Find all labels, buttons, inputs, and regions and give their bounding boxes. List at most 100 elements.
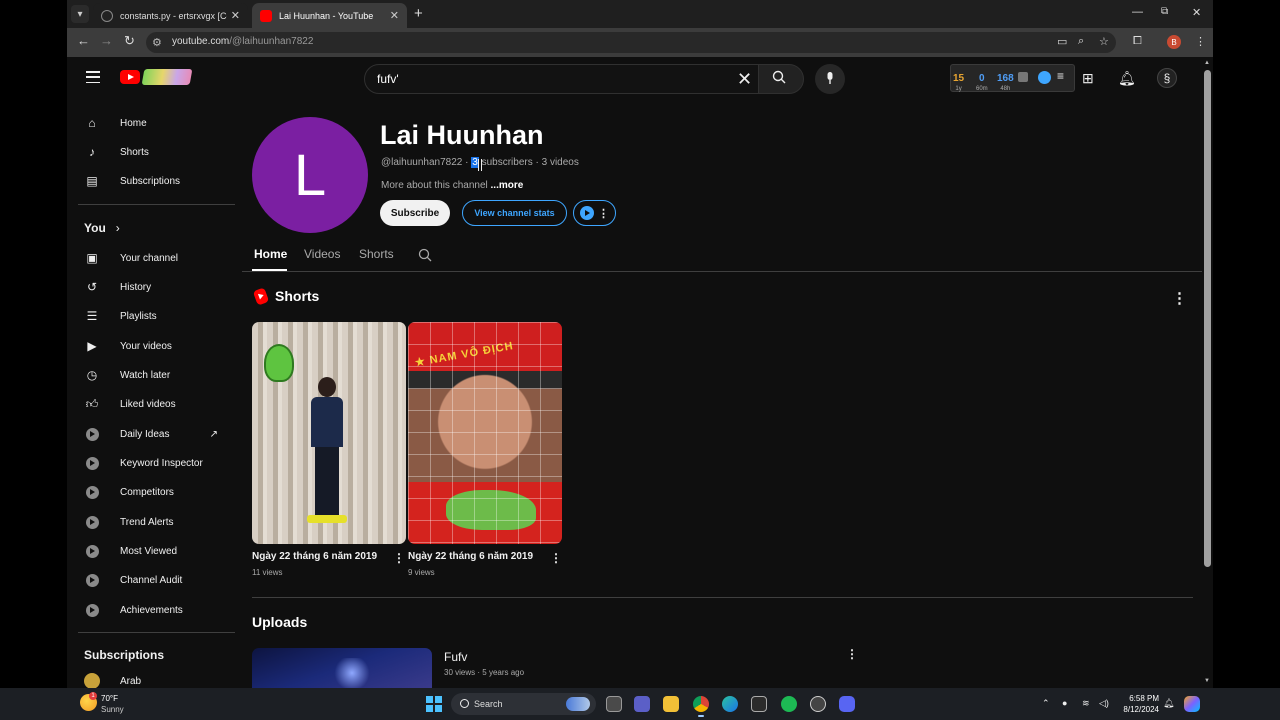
weather-temperature[interactable]: 70°F <box>101 694 118 703</box>
sidebar-item-your-videos[interactable]: ▶ Your videos <box>84 334 234 358</box>
clear-search-icon[interactable]: ✕ <box>737 69 752 90</box>
file-explorer-icon[interactable] <box>663 696 679 712</box>
extensions-icon[interactable]: ⧠ <box>1133 35 1142 48</box>
tray-overflow-icon[interactable]: ⌃ <box>1042 698 1050 709</box>
spotify-icon[interactable] <box>781 696 797 712</box>
back-icon[interactable]: ← <box>77 33 90 48</box>
search-box[interactable] <box>364 64 759 94</box>
forward-icon[interactable]: → <box>100 33 113 48</box>
tab-codespaces[interactable]: constants.py - ertsrxvgx [Codes ✕ <box>93 3 248 28</box>
sidebar-you-header[interactable]: You › <box>84 216 234 240</box>
ext-menu-icon[interactable]: ≡ <box>1057 69 1064 83</box>
restore-icon[interactable]: ⧉ <box>1161 6 1168 17</box>
copilot-icon[interactable] <box>1184 696 1200 712</box>
url-text[interactable]: youtube.com/@laihuunhan7822 <box>172 36 313 47</box>
weather-badge: 1 <box>89 692 97 700</box>
short-thumbnail[interactable]: ★ NAM VÔ ĐỊCH <box>408 322 562 544</box>
volume-icon[interactable]: ◁) <box>1099 698 1109 709</box>
discord-icon[interactable] <box>839 696 855 712</box>
sidebar-item-label: Liked videos <box>120 398 176 410</box>
sidebar-item-subscriptions[interactable]: ▤ Subscriptions <box>84 169 234 193</box>
tab-shorts[interactable]: Shorts <box>359 247 394 261</box>
reload-icon[interactable]: ↻ <box>124 33 135 49</box>
youtube-logo[interactable] <box>120 70 140 84</box>
zoom-icon[interactable]: ⌕ <box>1078 35 1084 48</box>
app-icon[interactable] <box>810 696 826 712</box>
teams-icon[interactable] <box>634 696 650 712</box>
sidebar-item-history[interactable]: ↺ History <box>84 275 234 299</box>
close-tab-icon[interactable]: ✕ <box>390 9 399 22</box>
tray-mic-icon[interactable]: ● <box>1062 698 1067 708</box>
upload-more-icon[interactable]: ⋮ <box>846 647 858 661</box>
short-thumbnail[interactable] <box>252 322 406 544</box>
tubebuddy-menu-button[interactable]: ⋮ <box>573 200 616 226</box>
notifications-bell-icon[interactable]: 🔔︎ <box>1118 70 1136 87</box>
tubebuddy-icon[interactable] <box>1038 71 1051 84</box>
sidebar-item-label: Your videos <box>120 340 172 352</box>
upload-thumbnail[interactable] <box>252 648 432 688</box>
channel-name: Lai Huunhan <box>380 120 544 150</box>
scrollbar-thumb[interactable] <box>1204 70 1211 567</box>
sidebar-item-label: Your channel <box>120 252 179 264</box>
meta-separator: · <box>465 157 469 168</box>
sidebar-item-most-viewed[interactable]: Most Viewed <box>84 539 234 563</box>
sidebar-item-channel-audit[interactable]: Channel Audit <box>84 568 234 592</box>
bookmark-star-icon[interactable]: ☆ <box>1099 35 1109 48</box>
channel-about-link[interactable]: More about this channel ...more <box>381 180 523 191</box>
task-view-icon[interactable] <box>606 696 622 712</box>
create-icon[interactable]: ⊞ <box>1082 70 1094 87</box>
weather-description[interactable]: Sunny <box>101 705 124 714</box>
ext-stat-48h: 168 48h <box>997 68 1014 92</box>
window-close-icon[interactable]: ✕ <box>1192 6 1201 19</box>
sidebar-item-watch-later[interactable]: ◷ Watch later <box>84 363 234 387</box>
tab-search-button[interactable]: ▾ <box>71 5 89 23</box>
sidebar-item-achievements[interactable]: Achievements <box>84 598 234 622</box>
minimize-icon[interactable]: — <box>1132 6 1143 18</box>
sidebar-item-daily-ideas[interactable]: Daily Ideas ↗ <box>84 422 234 446</box>
clock-date[interactable]: 8/12/2024 <box>1119 705 1159 714</box>
guide-menu-icon[interactable] <box>86 71 100 83</box>
search-highlight-icon[interactable] <box>566 697 590 711</box>
sidebar-item-home[interactable]: ⌂ Home <box>84 111 234 135</box>
view-channel-stats-button[interactable]: View channel stats <box>462 200 567 226</box>
short-more-icon[interactable]: ⋮ <box>550 551 562 565</box>
edge-icon[interactable] <box>722 696 738 712</box>
terminal-icon[interactable] <box>751 696 767 712</box>
short-title[interactable]: Ngày 22 tháng 6 năm 2019 <box>408 551 533 562</box>
wifi-icon[interactable]: ≋ <box>1082 698 1090 709</box>
chrome-icon[interactable] <box>693 696 709 717</box>
scroll-up-icon[interactable]: ▲ <box>1204 60 1210 66</box>
youtube-doodle-logo[interactable] <box>141 69 193 85</box>
short-title[interactable]: Ngày 22 tháng 6 năm 2019 <box>252 551 377 562</box>
subscribe-button[interactable]: Subscribe <box>380 200 450 226</box>
tab-home[interactable]: Home <box>254 247 287 261</box>
close-tab-icon[interactable]: ✕ <box>231 9 240 22</box>
more-link[interactable]: ...more <box>491 180 524 191</box>
clock-time[interactable]: 6:58 PM <box>1119 694 1159 703</box>
site-info-icon[interactable]: ⚙ <box>152 36 162 49</box>
browser-menu-icon[interactable]: ⋮ <box>1195 35 1206 48</box>
new-tab-button[interactable]: + <box>414 5 423 22</box>
scroll-down-icon[interactable]: ▼ <box>1204 678 1210 684</box>
sidebar-item-trend-alerts[interactable]: Trend Alerts <box>84 510 234 534</box>
tab-videos[interactable]: Videos <box>304 247 340 261</box>
tubebuddy-tool-icon <box>86 544 99 558</box>
sidebar-item-keyword-inspector[interactable]: Keyword Inspector <box>84 451 234 475</box>
sidebar-item-shorts[interactable]: ♪ Shorts <box>84 140 234 164</box>
sidebar-item-competitors[interactable]: Competitors <box>84 480 234 504</box>
tab-youtube[interactable]: Lai Huunhan - YouTube ✕ <box>252 3 407 28</box>
notification-icon[interactable]: 🔔︎ <box>1163 698 1174 709</box>
short-more-icon[interactable]: ⋮ <box>393 551 405 565</box>
channel-search-icon[interactable] <box>418 248 432 262</box>
account-avatar-icon[interactable]: § <box>1157 68 1177 88</box>
cast-icon[interactable]: ▭ <box>1057 35 1067 48</box>
sidebar-item-your-channel[interactable]: ▣ Your channel <box>84 246 234 270</box>
shelf-more-icon[interactable]: ⋮ <box>1172 289 1187 307</box>
chart-icon[interactable] <box>1018 72 1028 82</box>
sidebar-item-liked-videos[interactable]: 👍︎ Liked videos <box>84 392 234 416</box>
windows-start-icon[interactable] <box>426 696 442 712</box>
sidebar-item-playlists[interactable]: ☰ Playlists <box>84 304 234 328</box>
search-input[interactable]: fufv' <box>377 72 399 86</box>
profile-avatar[interactable]: B <box>1167 35 1181 49</box>
upload-title[interactable]: Fufv <box>444 650 467 664</box>
